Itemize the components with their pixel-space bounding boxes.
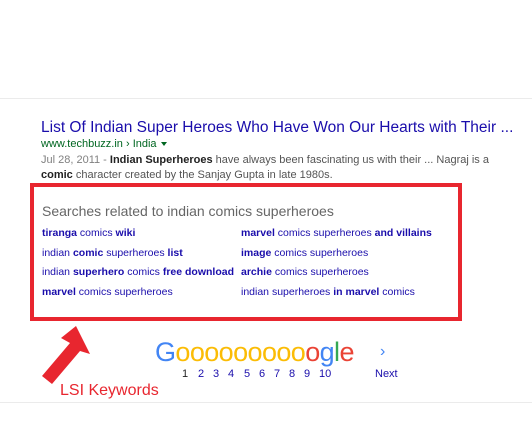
result-url: www.techbuzz.in › India	[41, 137, 511, 152]
chevron-right-icon[interactable]: ›	[380, 343, 385, 361]
link-bold-part: in marvel	[333, 286, 380, 298]
link-text-part: indian	[42, 247, 73, 259]
link-bold-part: marvel	[42, 286, 76, 298]
logo-letter: o	[290, 337, 306, 367]
link-text-part: comics superheroes	[271, 247, 369, 259]
link-text-part: comics superheroes	[75, 286, 173, 298]
page-number[interactable]: 8	[289, 368, 295, 380]
top-divider	[0, 98, 532, 99]
snippet-text-1: have always been fascinating us with the…	[212, 154, 489, 166]
link-bold-part: tiranga	[42, 227, 78, 239]
annotation-label: LSI Keywords	[60, 382, 159, 399]
related-link-3[interactable]: indian comic superheroes list	[42, 247, 183, 260]
page-number[interactable]: 6	[259, 368, 265, 380]
snippet-text-2: character created by the Sanjay Gupta in…	[72, 169, 333, 181]
logo-letter: o	[233, 337, 248, 367]
link-text-part: comics	[77, 227, 116, 239]
logo-letter: o	[261, 337, 277, 367]
next-page-link[interactable]: Next	[375, 368, 398, 380]
page-number[interactable]: 3	[213, 368, 219, 380]
pager-logo: Goooooooooogle	[155, 337, 354, 368]
link-text-part: indian superheroes	[241, 286, 334, 298]
link-bold-part: list	[167, 247, 183, 259]
result-date: Jul 28, 2011 -	[41, 154, 110, 166]
page-number[interactable]: 7	[274, 368, 280, 380]
related-link-2[interactable]: marvel comics superheroes and villains	[241, 227, 432, 240]
logo-letter: o	[218, 337, 234, 367]
page-number[interactable]: 10	[319, 368, 331, 380]
related-link-1[interactable]: tiranga comics wiki	[42, 227, 135, 240]
link-text-part: comics superheroes	[271, 266, 369, 278]
page-number-current: 1	[182, 368, 189, 380]
bottom-divider	[0, 402, 532, 403]
related-link-6[interactable]: archie comics superheroes	[241, 266, 369, 279]
link-bold-part: and villains	[374, 227, 432, 239]
link-bold-part: free download	[162, 266, 235, 278]
logo-letter: G	[155, 337, 176, 367]
link-bold-part: comic	[72, 247, 104, 259]
result-url-text[interactable]: www.techbuzz.in › India	[41, 138, 157, 150]
page-number[interactable]: 5	[244, 368, 250, 380]
link-bold-part: archie	[241, 266, 272, 278]
result-title-link[interactable]: List Of Indian Super Heroes Who Have Won…	[41, 118, 513, 137]
link-text-part: indian	[42, 266, 73, 278]
snippet-bold-1: Indian Superheroes	[109, 154, 213, 166]
page-number[interactable]: 2	[198, 368, 204, 380]
link-bold-part: marvel	[241, 227, 275, 239]
link-text-part: comics	[124, 266, 163, 278]
link-text-part: comics superheroes	[274, 227, 375, 239]
related-searches-title: Searches related to indian comics superh…	[42, 203, 334, 219]
logo-letter: o	[305, 337, 320, 367]
logo-letter: o	[247, 337, 263, 367]
search-result: List Of Indian Super Heroes Who Have Won…	[41, 118, 513, 183]
logo-letter: o	[204, 337, 219, 367]
link-bold-part: superhero	[72, 266, 125, 278]
logo-letter: o	[276, 337, 291, 367]
related-link-5[interactable]: indian superhero comics free download	[42, 266, 234, 279]
page-number[interactable]: 4	[228, 368, 234, 380]
logo-letter: e	[339, 337, 354, 367]
related-link-8[interactable]: indian superheroes in marvel comics	[241, 286, 415, 299]
caret-down-icon[interactable]	[160, 142, 167, 147]
page-number[interactable]: 9	[304, 368, 310, 380]
arrow-up-right-icon	[42, 326, 90, 384]
logo-letter: o	[189, 337, 205, 367]
result-snippet: Jul 28, 2011 - Indian Superheroes have a…	[41, 153, 511, 183]
logo-letter: o	[175, 337, 190, 367]
link-bold-part: image	[241, 247, 272, 259]
snippet-bold-2: comic	[41, 169, 73, 181]
link-bold-part: wiki	[115, 227, 136, 239]
link-text-part: comics	[379, 286, 415, 298]
link-text-part: superheroes	[103, 247, 168, 259]
related-link-4[interactable]: image comics superheroes	[241, 247, 368, 260]
logo-letter: g	[319, 337, 335, 367]
related-link-7[interactable]: marvel comics superheroes	[42, 286, 173, 299]
